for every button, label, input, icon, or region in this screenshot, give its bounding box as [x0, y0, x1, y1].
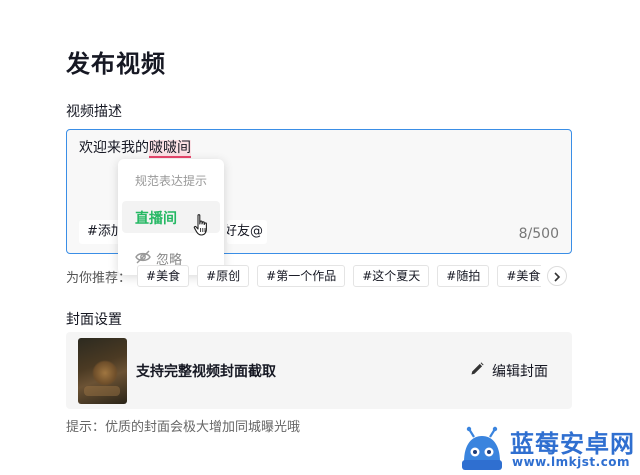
flagged-word[interactable]: 啵啵间: [149, 140, 191, 158]
recommend-tag[interactable]: #美食: [137, 265, 190, 287]
recommend-tag[interactable]: #这个夏天: [353, 265, 430, 287]
suggestion-hint: 规范表达提示: [135, 174, 208, 188]
pencil-icon: [470, 362, 484, 380]
recommend-tag[interactable]: #第一个作品: [257, 265, 346, 287]
character-counter: 8/500: [518, 226, 559, 242]
watermark-url: www.lmkjst.com: [512, 455, 631, 469]
cover-tip: 提示：优质的封面会极大增加同城曝光哦: [66, 420, 301, 435]
description-label: 视频描述: [66, 104, 122, 120]
tags-next-button[interactable]: [547, 266, 568, 286]
hand-pointer-icon: [193, 213, 211, 241]
suggestion-option-label: 直播间: [135, 211, 177, 227]
cover-thumbnail[interactable]: [78, 338, 127, 404]
chevron-right-icon: [553, 267, 561, 286]
cover-description: 支持完整视频封面截取: [136, 364, 276, 380]
cover-settings-panel: 支持完整视频封面截取 编辑封面: [66, 332, 572, 409]
page-title: 发布视频: [66, 50, 166, 78]
recommend-tag[interactable]: #美食vlog: [497, 265, 542, 287]
edit-cover-label: 编辑封面: [492, 364, 548, 380]
watermark: 蓝莓安卓网 www.lmkjst.com: [454, 422, 640, 475]
recommend-row: 为你推荐： #美食 #原创 #第一个作品 #这个夏天 #随拍 #美食vlog: [66, 265, 572, 287]
robot-logo-icon: [454, 422, 510, 475]
recommend-label: 为你推荐：: [66, 270, 132, 286]
recommend-tags: #美食 #原创 #第一个作品 #这个夏天 #随拍 #美食vlog: [137, 265, 542, 287]
description-text-normal: 欢迎来我的: [79, 140, 149, 156]
recommend-tag[interactable]: #原创: [197, 265, 250, 287]
at-friend-button[interactable]: @好友: [227, 220, 267, 244]
cover-label: 封面设置: [66, 312, 122, 328]
recommend-tag[interactable]: #随拍: [437, 265, 490, 287]
description-text: 欢迎来我的啵啵间: [79, 137, 191, 158]
watermark-name: 蓝莓安卓网: [510, 430, 635, 458]
edit-cover-button[interactable]: 编辑封面: [470, 361, 548, 381]
